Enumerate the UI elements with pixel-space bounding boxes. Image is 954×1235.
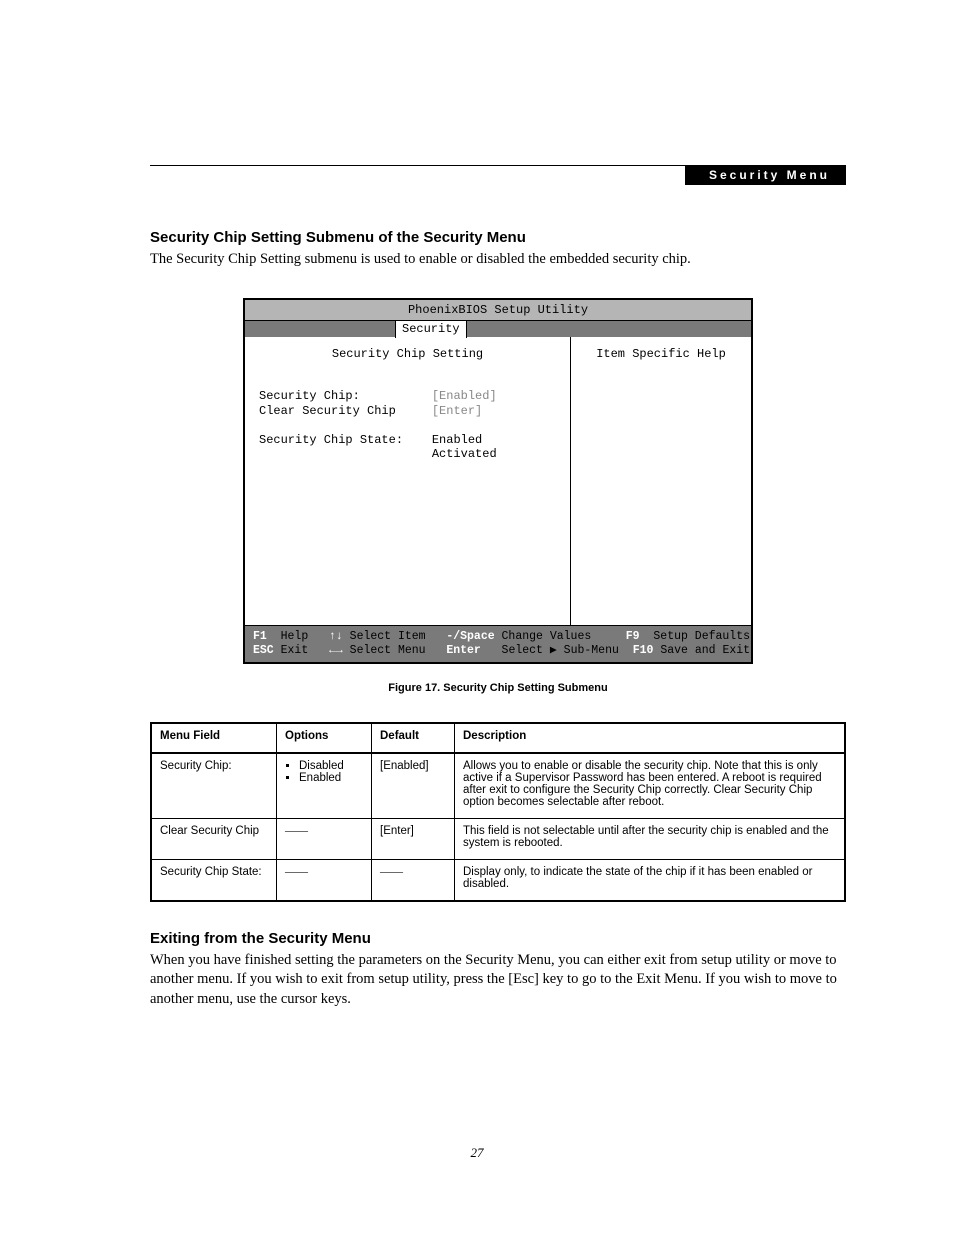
cell-field: Clear Security Chip [151, 818, 277, 859]
cell-desc: Allows you to enable or disable the secu… [455, 753, 846, 819]
table-row: Security Chip: Disabled Enabled [Enabled… [151, 753, 845, 819]
bios-title: PhoenixBIOS Setup Utility [245, 300, 751, 321]
bios-screenshot: PhoenixBIOS Setup Utility Security Secur… [243, 298, 753, 664]
table-row: Security Chip State: —— —— Display only,… [151, 859, 845, 901]
table-row: Clear Security Chip —— [Enter] This fiel… [151, 818, 845, 859]
cell-default: [Enabled] [372, 753, 455, 819]
header-strip: Security Menu [685, 165, 846, 185]
bios-field-clear-chip: Clear Security Chip [Enter] [259, 404, 556, 418]
list-item: Enabled [299, 772, 363, 784]
page-number: 27 [0, 1145, 954, 1161]
bios-tab-security: Security [395, 320, 467, 338]
th-default: Default [372, 723, 455, 753]
table-header-row: Menu Field Options Default Description [151, 723, 845, 753]
th-field: Menu Field [151, 723, 277, 753]
cell-options: —— [277, 859, 372, 901]
section-body-2: When you have finished setting the param… [150, 951, 846, 1010]
cell-default: —— [372, 859, 455, 901]
bios-left-panel: Security Chip Setting Security Chip: [En… [245, 337, 571, 625]
cell-options: —— [277, 818, 372, 859]
cell-desc: Display only, to indicate the state of t… [455, 859, 846, 901]
bios-field-security-chip: Security Chip: [Enabled] [259, 389, 556, 403]
list-item: Disabled [299, 760, 363, 772]
section-heading-2: Exiting from the Security Menu [150, 930, 846, 947]
description-table: Menu Field Options Default Description S… [150, 722, 846, 902]
bios-left-title: Security Chip Setting [259, 347, 556, 361]
cell-default: [Enter] [372, 818, 455, 859]
bios-right-title: Item Specific Help [585, 347, 737, 361]
bios-field-chip-state: Security Chip State: Enabled [259, 433, 556, 447]
bios-tab-row: Security [245, 321, 751, 337]
th-desc: Description [455, 723, 846, 753]
bios-right-panel: Item Specific Help [571, 337, 751, 625]
cell-options: Disabled Enabled [277, 753, 372, 819]
cell-field: Security Chip: [151, 753, 277, 819]
section-heading-1: Security Chip Setting Submenu of the Sec… [150, 229, 846, 246]
cell-desc: This field is not selectable until after… [455, 818, 846, 859]
bios-field-chip-state2: Activated [259, 447, 556, 461]
section-body-1: The Security Chip Setting submenu is use… [150, 250, 846, 270]
th-options: Options [277, 723, 372, 753]
bios-footer: F1 Help ↑↓ Select Item -/Space Change Va… [245, 626, 751, 662]
cell-field: Security Chip State: [151, 859, 277, 901]
figure-caption: Figure 17. Security Chip Setting Submenu [150, 682, 846, 694]
